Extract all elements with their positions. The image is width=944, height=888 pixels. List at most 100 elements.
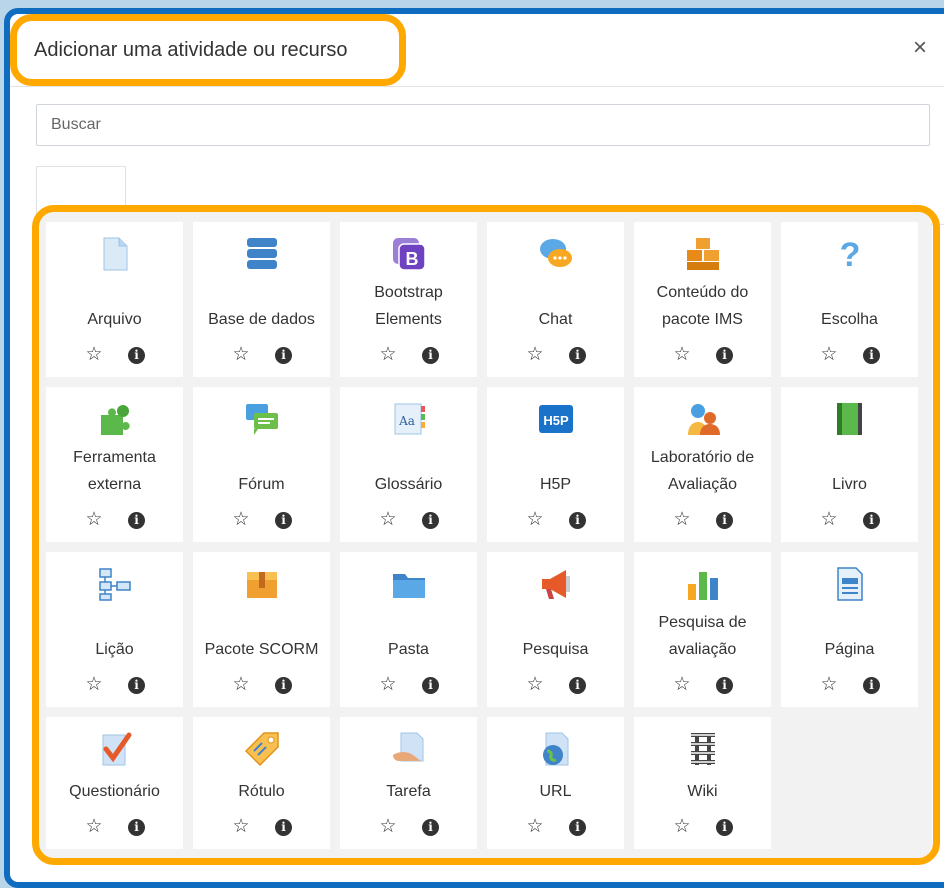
activity-tile-bootstrap-elements[interactable]: B Bootstrap Elements ☆ i	[340, 222, 477, 377]
activity-actions: ☆ i	[634, 817, 771, 837]
activity-label: Pasta	[388, 641, 429, 658]
info-icon[interactable]: i	[275, 512, 292, 529]
svg-text:H5P: H5P	[543, 413, 569, 428]
activity-tile-glossario[interactable]: Aa Glossário ☆ i	[340, 387, 477, 542]
star-icon[interactable]: ☆	[819, 510, 839, 530]
info-icon[interactable]: i	[422, 677, 439, 694]
activity-tile-pacote-scorm[interactable]: Pacote SCORM ☆ i	[193, 552, 330, 707]
activity-label: Pesquisa de avaliação	[658, 614, 747, 658]
info-icon[interactable]: i	[422, 512, 439, 529]
info-icon[interactable]: i	[716, 347, 733, 364]
info-icon[interactable]: i	[275, 819, 292, 836]
star-icon[interactable]: ☆	[525, 817, 545, 837]
star-icon[interactable]: ☆	[378, 675, 398, 695]
activity-tile-questionario[interactable]: Questionário ☆ i	[46, 717, 183, 849]
activity-label: Pesquisa	[522, 641, 589, 658]
star-icon[interactable]: ☆	[525, 675, 545, 695]
info-icon[interactable]: i	[863, 347, 880, 364]
activity-label: Chat	[538, 311, 573, 328]
info-icon[interactable]: i	[569, 677, 586, 694]
star-icon[interactable]: ☆	[378, 817, 398, 837]
info-icon[interactable]: i	[128, 347, 145, 364]
info-icon[interactable]: i	[716, 677, 733, 694]
activity-tile-pesquisa[interactable]: Pesquisa ☆ i	[487, 552, 624, 707]
activity-tile-escolha[interactable]: ? Escolha ☆ i	[781, 222, 918, 377]
star-icon[interactable]: ☆	[84, 817, 104, 837]
star-icon[interactable]: ☆	[378, 345, 398, 365]
info-icon[interactable]: i	[716, 512, 733, 529]
folder-icon	[391, 566, 427, 602]
star-icon[interactable]: ☆	[231, 510, 251, 530]
activity-label: Pacote SCORM	[204, 641, 319, 658]
star-icon[interactable]: ☆	[525, 345, 545, 365]
activity-tile-forum[interactable]: Fórum ☆ i	[193, 387, 330, 542]
activity-tile-pesquisa-de-avaliacao[interactable]: Pesquisa de avaliação ☆ i	[634, 552, 771, 707]
activity-tile-livro[interactable]: Livro ☆ i	[781, 387, 918, 542]
info-icon[interactable]: i	[569, 347, 586, 364]
bootstrap-icon: B	[391, 236, 427, 272]
activity-label: Rótulo	[238, 783, 285, 800]
activity-label: URL	[539, 783, 572, 800]
book-icon	[832, 401, 868, 437]
activity-actions: ☆ i	[634, 345, 771, 365]
activity-label: Lição	[95, 641, 134, 658]
star-icon[interactable]: ☆	[819, 675, 839, 695]
star-icon[interactable]: ☆	[819, 345, 839, 365]
info-icon[interactable]: i	[569, 819, 586, 836]
info-icon[interactable]: i	[863, 677, 880, 694]
activity-tile-chat[interactable]: Chat ☆ i	[487, 222, 624, 377]
activity-tile-wiki[interactable]: Wiki ☆ i	[634, 717, 771, 849]
search-input[interactable]	[36, 104, 930, 146]
activity-grid: Arquivo ☆ i Base de dados ☆ i B Bootstrap Eleme…	[46, 222, 918, 872]
star-icon[interactable]: ☆	[231, 345, 251, 365]
activity-actions: ☆ i	[46, 345, 183, 365]
activity-actions: ☆ i	[487, 510, 624, 530]
activity-tile-ferramenta-externa[interactable]: Ferramenta externa ☆ i	[46, 387, 183, 542]
star-icon[interactable]: ☆	[378, 510, 398, 530]
activity-label: Fórum	[238, 476, 285, 493]
activity-label: H5P	[539, 476, 572, 493]
close-icon[interactable]: ×	[908, 36, 932, 60]
info-icon[interactable]: i	[275, 347, 292, 364]
activity-label: Bootstrap Elements	[374, 284, 443, 328]
star-icon[interactable]: ☆	[231, 817, 251, 837]
activity-actions: ☆ i	[193, 510, 330, 530]
info-icon[interactable]: i	[128, 677, 145, 694]
activity-tile-pasta[interactable]: Pasta ☆ i	[340, 552, 477, 707]
star-icon[interactable]: ☆	[84, 510, 104, 530]
page-icon	[832, 566, 868, 602]
star-icon[interactable]: ☆	[672, 675, 692, 695]
info-icon[interactable]: i	[422, 819, 439, 836]
database-icon	[244, 236, 280, 272]
info-icon[interactable]: i	[863, 512, 880, 529]
activity-actions: ☆ i	[340, 817, 477, 837]
activity-label: Escolha	[821, 311, 878, 328]
activity-tile-conteudo-do-pacote-ims[interactable]: Conteúdo do pacote IMS ☆ i	[634, 222, 771, 377]
info-icon[interactable]: i	[128, 512, 145, 529]
info-icon[interactable]: i	[569, 512, 586, 529]
info-icon[interactable]: i	[275, 677, 292, 694]
star-icon[interactable]: ☆	[672, 345, 692, 365]
info-icon[interactable]: i	[128, 819, 145, 836]
activity-tile-tarefa[interactable]: Tarefa ☆ i	[340, 717, 477, 849]
star-icon[interactable]: ☆	[231, 675, 251, 695]
star-icon[interactable]: ☆	[84, 675, 104, 695]
star-icon[interactable]: ☆	[672, 510, 692, 530]
info-icon[interactable]: i	[716, 819, 733, 836]
activity-tile-pagina[interactable]: Página ☆ i	[781, 552, 918, 707]
star-icon[interactable]: ☆	[525, 510, 545, 530]
activity-actions: ☆ i	[781, 345, 918, 365]
star-icon[interactable]: ☆	[672, 817, 692, 837]
info-icon[interactable]: i	[422, 347, 439, 364]
activity-label: Glossário	[374, 476, 443, 493]
activity-tile-laboratorio-de-avaliacao[interactable]: Laboratório de Avaliação ☆ i	[634, 387, 771, 542]
activity-tile-h5p[interactable]: H5P H5P ☆ i	[487, 387, 624, 542]
activity-tile-arquivo[interactable]: Arquivo ☆ i	[46, 222, 183, 377]
ims-package-icon	[685, 236, 721, 272]
activity-tile-url[interactable]: URL ☆ i	[487, 717, 624, 849]
activity-tile-licao[interactable]: Lição ☆ i	[46, 552, 183, 707]
star-icon[interactable]: ☆	[84, 345, 104, 365]
activity-tile-rotulo[interactable]: Rótulo ☆ i	[193, 717, 330, 849]
activity-tile-base-de-dados[interactable]: Base de dados ☆ i	[193, 222, 330, 377]
label-tag-icon	[244, 731, 280, 767]
